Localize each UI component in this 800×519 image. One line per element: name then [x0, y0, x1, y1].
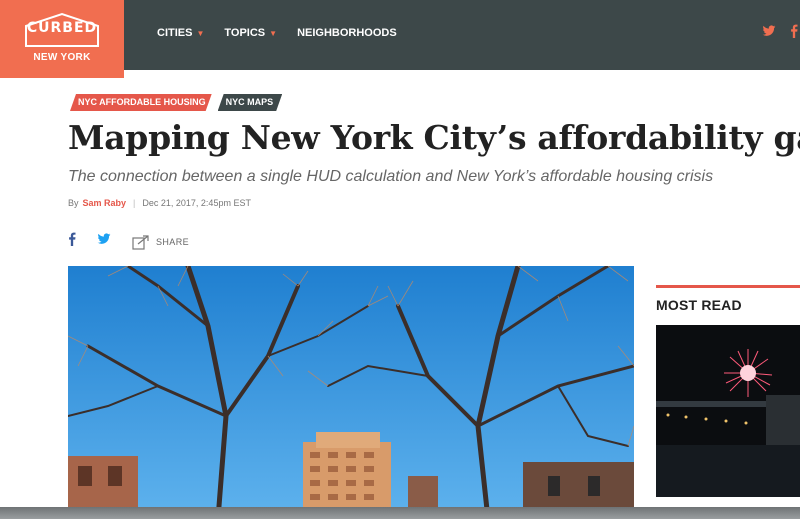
- nav-neighborhoods[interactable]: NEIGHBORHOODS: [297, 27, 397, 39]
- facebook-share-icon[interactable]: [68, 232, 76, 251]
- byline-prefix: By: [68, 198, 79, 208]
- fireworks-bridge-photo: [656, 325, 800, 497]
- chevron-down-icon: ▼: [269, 28, 278, 38]
- publish-date: Dec 21, 2017, 2:45pm EST: [142, 198, 251, 208]
- window-bottom-edge: [0, 507, 800, 519]
- share-button[interactable]: SHARE: [132, 234, 189, 250]
- site-logo[interactable]: CURBED NEW YORK: [0, 0, 124, 78]
- twitter-share-icon[interactable]: [96, 232, 112, 251]
- article-tags: NYC AFFORDABLE HOUSING NYC MAPS: [70, 94, 282, 111]
- social-links: [762, 24, 800, 38]
- twitter-icon[interactable]: [762, 24, 776, 38]
- share-bar: SHARE: [68, 232, 189, 251]
- article-headline: Mapping New York City’s affordability ga…: [68, 118, 800, 157]
- tag-nyc-maps[interactable]: NYC MAPS: [218, 94, 283, 111]
- author-link[interactable]: Sam Raby: [83, 198, 127, 208]
- share-icon: [132, 234, 149, 250]
- nav-cities-label: CITIES: [157, 27, 193, 39]
- main-nav: CITIES ▼ TOPICS ▼ NEIGHBORHOODS: [157, 27, 397, 39]
- chevron-down-icon: ▼: [196, 28, 205, 38]
- most-read-image[interactable]: [656, 325, 800, 497]
- tag-affordable-housing[interactable]: NYC AFFORDABLE HOUSING: [70, 94, 212, 111]
- logo-wordmark: CURBED: [26, 20, 98, 36]
- article-dek: The connection between a single HUD calc…: [68, 168, 714, 185]
- share-label: SHARE: [156, 236, 190, 247]
- nav-neighborhoods-label: NEIGHBORHOODS: [297, 27, 397, 39]
- hero-image[interactable]: [68, 266, 634, 519]
- nav-topics-label: TOPICS: [224, 27, 266, 39]
- nav-cities[interactable]: CITIES ▼: [157, 27, 204, 39]
- facebook-icon[interactable]: [788, 24, 800, 38]
- byline-divider: |: [133, 198, 136, 208]
- logo-city: NEW YORK: [33, 52, 91, 63]
- nav-topics[interactable]: TOPICS ▼: [224, 27, 277, 39]
- most-read-heading: MOST READ: [656, 285, 800, 313]
- bare-trees-sky-photo: [68, 266, 634, 519]
- byline: By Sam Raby | Dec 21, 2017, 2:45pm EST: [68, 198, 251, 208]
